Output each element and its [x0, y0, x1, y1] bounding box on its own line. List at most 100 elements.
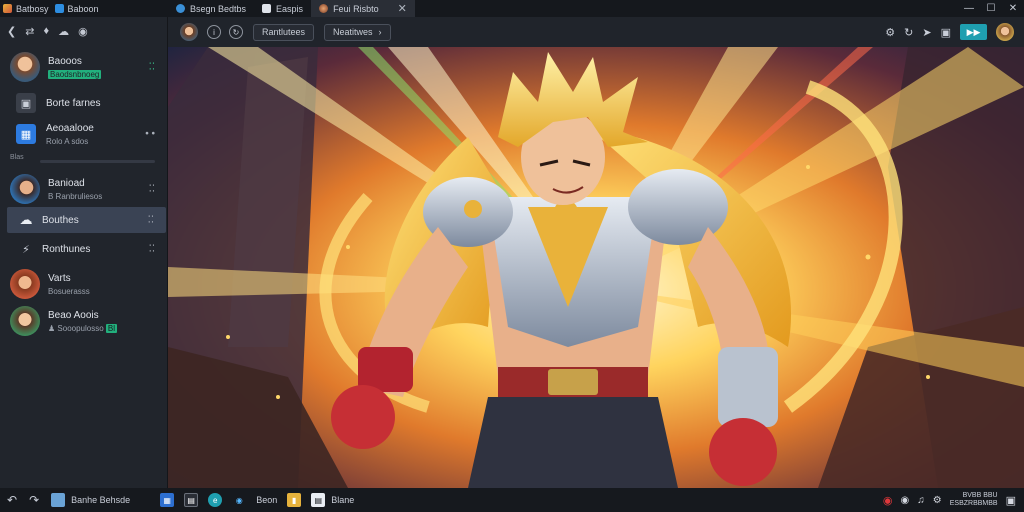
sidebar-item-title: Baooos [48, 55, 82, 67]
belt-buckle [548, 369, 598, 395]
app-tab-primary[interactable]: Batbosy [3, 4, 49, 14]
sidebar-item-text: Beao Aoois ♟ Sooopulosso Bl [48, 309, 118, 333]
history-icon[interactable]: ↻ [229, 25, 243, 39]
share-icon[interactable]: ➤ [922, 26, 931, 39]
user-avatar[interactable] [180, 23, 198, 41]
field-rantlutees[interactable]: Rantlutees [253, 23, 315, 41]
sidebar-item-subtitle: Rolo A sdos [46, 136, 89, 146]
section-label: Blas [10, 154, 24, 161]
clock-time: BVBB BBU [962, 492, 998, 499]
sidebar-item-text: Varts Bosuerasss [48, 273, 90, 296]
fullscreen-icon[interactable]: ▣ [941, 26, 951, 39]
sidebar-item-favorites[interactable]: ▣ Borte farnes [0, 89, 167, 117]
store-icon[interactable]: ▦ [160, 493, 175, 507]
chevron-right-icon: › [378, 27, 382, 37]
refresh-icon[interactable]: ↻ [904, 26, 913, 39]
right-fist [709, 418, 777, 486]
cast-button[interactable]: ▶▶ [960, 24, 987, 40]
window-icon: ▤ [311, 493, 326, 507]
tab-3[interactable]: Feui Risbto ✕ [311, 0, 415, 17]
chat-icon [54, 4, 64, 13]
minimize-icon[interactable]: — [958, 0, 980, 17]
tag-icon[interactable]: ♦ [43, 25, 49, 37]
maximize-icon[interactable]: ☐ [980, 0, 1002, 17]
taskbar-left: ↶ ↷ Banhe Behsde [0, 493, 130, 507]
chat-bubble-icon[interactable]: ◉ [78, 25, 88, 38]
avatar [10, 269, 40, 299]
sidebar-item-routines[interactable]: ⚡ Ronthunes ⁚⁚ [0, 233, 167, 265]
taskbar-app[interactable]: Banhe Behsde [51, 493, 130, 507]
account-avatar[interactable] [996, 23, 1014, 41]
briefcase-icon: ▣ [16, 93, 36, 113]
cloud-icon[interactable]: ☁ [58, 25, 69, 38]
sidebar-item-text: Ronthunes [42, 244, 90, 255]
settings-icon[interactable]: ⚙ [885, 26, 895, 39]
title-bar: Batbosy Baboon Bsegn Bedtbs Easpis Feui … [0, 0, 1024, 17]
tab-2[interactable]: Easpis [254, 0, 311, 17]
image-viewer[interactable] [168, 47, 1024, 488]
window-close-icon[interactable]: ✕ [1002, 0, 1024, 17]
sidebar-item-download[interactable]: Banioad B Ranbruliesos ⁚⁚ [0, 171, 167, 207]
field-neatitwes[interactable]: Neatitwes › [324, 23, 391, 41]
sidebar-item-contact[interactable]: Varts Bosuerasss [0, 265, 167, 303]
more-options-icon[interactable]: • • [145, 129, 155, 140]
shuffle-icon[interactable]: ⇄ [25, 25, 34, 38]
sidebar-item-title: Varts [48, 272, 71, 284]
sidebar-item-title: Beao Aoois [48, 309, 99, 321]
app-tab-secondary[interactable]: Baboon [54, 4, 99, 14]
sidebar-item-text: Aeoaalooe Rolo A sdos [46, 123, 94, 146]
volume-icon[interactable]: ♫ [917, 495, 925, 506]
redo-icon[interactable]: ↷ [29, 493, 39, 507]
online-badge: Bl [105, 323, 118, 333]
folder-icon[interactable]: ▮ [287, 493, 302, 507]
sidebar-item-subtitle: B Ranbruliesos [48, 191, 103, 201]
sidebar-item-contact-2[interactable]: Beao Aoois ♟ Sooopulosso Bl [0, 303, 167, 339]
app-name: Batbosy [16, 3, 49, 14]
globe-icon [176, 4, 185, 13]
tab-1[interactable]: Bsegn Bedtbs [168, 0, 254, 17]
sidebar-item-title: Borte farnes [46, 97, 101, 109]
grid-icon[interactable]: ▤ [184, 493, 199, 507]
sidebar-item-profile[interactable]: Baooos Baodsnbnoeg ⁚⁚ [0, 45, 167, 89]
tab-2-label: Easpis [276, 3, 304, 14]
more-options-icon[interactable]: ⁚⁚ [149, 244, 155, 255]
notifications-icon[interactable]: ▣ [1006, 494, 1016, 507]
divider-line [40, 160, 155, 163]
back-arrow-icon[interactable]: ❮ [7, 25, 16, 38]
avatar [10, 306, 40, 336]
sidebar-item-title: Ronthunes [42, 243, 91, 255]
sidebar-item-selected[interactable]: ☁ Bouthes ⁚⁚ [7, 207, 166, 233]
library-icon: ▦ [16, 124, 36, 144]
sidebar-item-text: Bouthes [42, 215, 79, 226]
status-badge: Baodsnbnoeg [48, 69, 102, 79]
left-fist [331, 385, 395, 449]
edge-icon[interactable]: e [208, 493, 223, 507]
record-icon[interactable]: ◉ [883, 494, 893, 507]
sidebar-item-text: Banioad B Ranbruliesos [48, 178, 102, 201]
more-options-icon[interactable]: ⁚⁚ [149, 184, 155, 195]
tab-1-label: Bsegn Bedtbs [190, 3, 247, 14]
app-icon [51, 493, 66, 507]
network-icon[interactable]: ◉ [901, 495, 910, 506]
sidebar-item-albums[interactable]: ▦ Aeoaalooe Rolo A sdos • • [0, 117, 167, 151]
undo-icon[interactable]: ↶ [7, 493, 17, 507]
right-bracer [718, 347, 778, 427]
sidebar-item-subtitle-text: Sooopulosso [57, 323, 104, 333]
tab-close-icon[interactable]: ✕ [398, 2, 407, 15]
taskbar-item-1[interactable]: Beon [256, 495, 277, 505]
clock[interactable]: BVBB BBU ESBZRBBMBB [950, 492, 998, 508]
taskbar-item-2[interactable]: ▤ Blane [311, 493, 354, 507]
more-options-icon[interactable]: ⁚⁚ [149, 62, 155, 73]
sidebar-item-title: Bouthes [42, 214, 79, 226]
battery-icon[interactable]: ⚙ [933, 495, 942, 506]
sidebar-item-text: Borte farnes [46, 98, 100, 109]
more-options-icon[interactable]: ⁚⁚ [148, 215, 154, 226]
taskbar-app-label: Banhe Behsde [71, 495, 131, 505]
info-icon[interactable]: i [207, 25, 221, 39]
toolbar-actions: ⚙ ↻ ➤ ▣ ▶▶ [885, 23, 1024, 41]
hero-artwork [168, 47, 1024, 488]
left-gem [464, 200, 482, 218]
avatar [10, 174, 40, 204]
avatar-thumb-icon [319, 4, 329, 13]
copilot-icon[interactable]: ◉ [232, 493, 246, 507]
